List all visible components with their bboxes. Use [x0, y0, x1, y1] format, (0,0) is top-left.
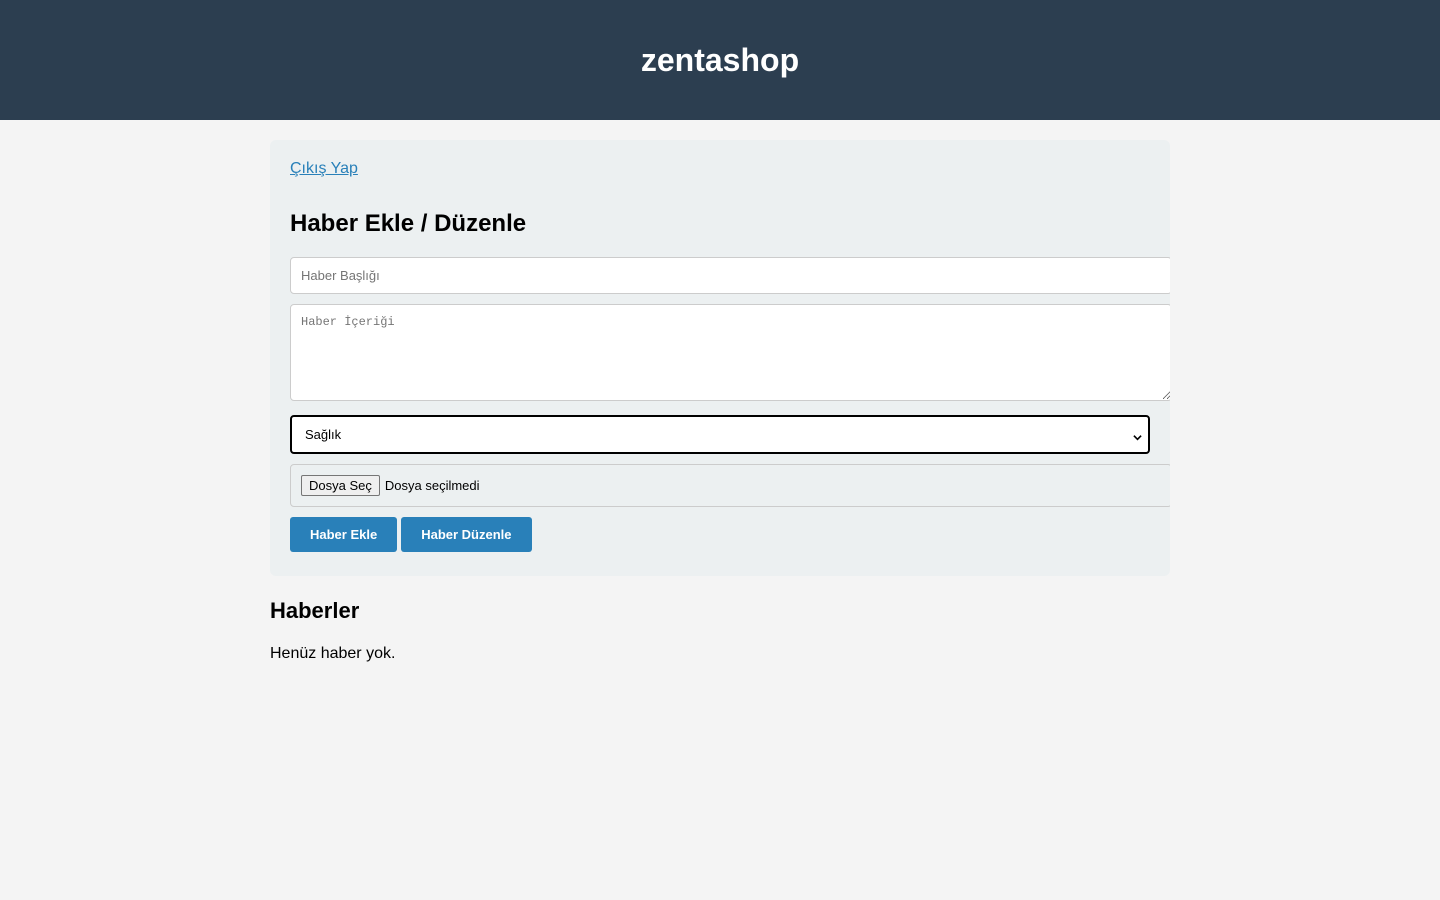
edit-news-button[interactable]: Haber Düzenle: [401, 517, 532, 552]
admin-panel: ▬▬▬▬▬ Çıkış Yap Haber Ekle / Düzenle Sağ…: [270, 140, 1170, 576]
logout-link[interactable]: Çıkış Yap: [290, 160, 358, 178]
add-news-button[interactable]: Haber Ekle: [290, 517, 398, 552]
form-title: Haber Ekle / Düzenle: [290, 210, 527, 237]
category-select[interactable]: Sağlık: [290, 415, 1150, 454]
form-actions: Haber Ekle Haber Düzenle: [290, 517, 1170, 552]
choose-file-button[interactable]: Dosya Seç: [301, 475, 380, 496]
main-container: ▬▬▬▬▬ Çıkış Yap Haber Ekle / Düzenle Sağ…: [270, 140, 1170, 664]
file-status-text: Dosya seçilmedi: [384, 478, 480, 493]
category-selected-value: Sağlık: [305, 427, 342, 442]
empty-news-message: Henüz haber yok.: [270, 645, 396, 662]
site-header: zentashop: [0, 0, 1440, 120]
site-title: zentashop: [640, 41, 800, 78]
news-list-heading: Haberler: [270, 598, 360, 623]
news-form: Sağlık Dosya Seç Dosya seçilmedi Haber E…: [290, 257, 1170, 552]
chevron-down-icon: [1133, 430, 1142, 441]
file-upload-field: Dosya Seç Dosya seçilmedi: [290, 464, 1170, 507]
news-title-input[interactable]: [290, 257, 1170, 294]
news-content-textarea[interactable]: [290, 304, 1170, 401]
